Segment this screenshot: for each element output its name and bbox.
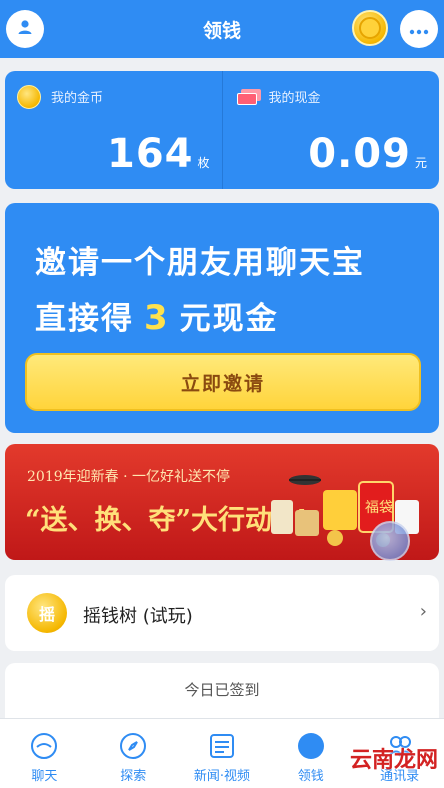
invite-reward-prefix: 直接得 (35, 301, 134, 337)
nav-label-news: 新闻·视频 (193, 769, 251, 784)
gold-balance[interactable]: 我的金币 164 枚 (5, 71, 222, 189)
nav-item-news[interactable]: 新闻·视频 (178, 719, 267, 788)
gold-unit: 枚 (197, 156, 210, 170)
invite-reward-suffix: 元现金 (179, 301, 279, 337)
more-icon (409, 20, 429, 39)
banner-subtitle: 2019年迎新春 · 一亿好礼送不停 (27, 469, 230, 485)
chat-icon (29, 731, 59, 761)
nav-item-explore[interactable]: 探索 (89, 719, 178, 788)
coin-icon[interactable] (352, 10, 388, 46)
watermark-logo: 云南龙网 (349, 747, 438, 773)
nav-label-money: 领钱 (297, 769, 324, 784)
balance-card: 我的金币 164 枚 我的现金 0.09 元 (5, 71, 439, 189)
gold-coin-icon (17, 85, 41, 109)
gold-label: 我的金币 (51, 91, 104, 106)
money-icon (296, 731, 326, 761)
cash-label: 我的现金 (268, 91, 321, 106)
gold-value: 164 (106, 131, 194, 177)
invite-card: 邀请一个朋友用聊天宝 直接得 3 元现金 立即邀请 (5, 203, 439, 433)
money-tree-icon: 摇 (27, 593, 67, 633)
money-tree-label: 摇钱树 (试玩) (83, 606, 193, 627)
compass-icon (118, 731, 148, 761)
cash-value: 0.09 (308, 131, 411, 177)
svg-text:福袋: 福袋 (365, 500, 393, 516)
app-header: 领钱 (0, 0, 444, 58)
cash-icon (236, 89, 261, 105)
invite-reward: 直接得 3 元现金 (35, 293, 279, 338)
chevron-right-icon: › (419, 601, 427, 622)
nav-item-chat[interactable]: 聊天 (0, 719, 89, 788)
floating-assistant-button[interactable] (370, 521, 410, 561)
nav-label-explore: 探索 (120, 769, 147, 784)
invite-now-button[interactable]: 立即邀请 (25, 353, 421, 411)
cash-balance[interactable]: 我的现金 0.09 元 (221, 71, 440, 189)
invite-headline: 邀请一个朋友用聊天宝 (35, 245, 365, 281)
nav-item-money[interactable]: 领钱 (266, 719, 355, 788)
invite-reward-amount: 3 (144, 298, 170, 338)
money-tree-entry[interactable]: 摇 摇钱树 (试玩) › (5, 575, 439, 651)
sign-in-status: 今日已签到 (184, 681, 260, 699)
more-button[interactable] (400, 10, 438, 48)
cash-unit: 元 (414, 156, 427, 170)
nav-label-chat: 聊天 (31, 769, 58, 784)
news-icon (207, 731, 237, 761)
